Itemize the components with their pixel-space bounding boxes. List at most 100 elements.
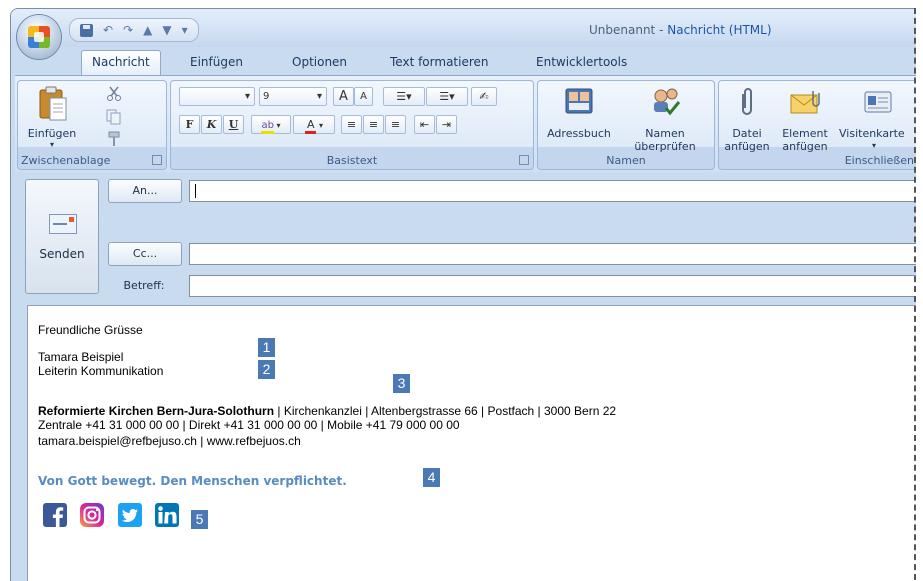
arrow-up-icon[interactable]: ▲ (143, 23, 152, 37)
cc-button[interactable]: Cc... (108, 242, 182, 266)
paperclip-icon (742, 88, 752, 115)
signature-name: Tamara Beispiel (38, 350, 124, 364)
increase-indent-button[interactable]: ⇥ (436, 115, 457, 134)
signature-slogan: Von Gott bewegt. Den Menschen verpflicht… (38, 474, 347, 488)
tab-nachricht[interactable]: Nachricht (81, 50, 161, 76)
ribbon: Einfügen ▾ Zwischenablage ▾ 9 ▾ A A ☰▾ ☰… (15, 75, 916, 172)
font-color-button[interactable]: A ▾ (293, 115, 335, 134)
underline-button[interactable]: U (223, 115, 244, 134)
tab-optionen[interactable]: Optionen (292, 52, 347, 72)
check-names-label-1: Namen (645, 127, 685, 140)
increase-indent-icon: ⇥ (441, 118, 452, 131)
annotation-marker-3: 3 (393, 374, 410, 393)
cc-field[interactable] (189, 243, 916, 265)
quick-access-toolbar: ↶ ↷ ▲ ▼ ▾ (69, 18, 199, 42)
italic-button[interactable]: K (201, 115, 222, 134)
tab-einfuegen[interactable]: Einfügen (190, 52, 243, 72)
address-book-label: Adressbuch (547, 127, 611, 140)
document-name: Unbenannt - (589, 23, 668, 37)
address-book-button[interactable]: Adressbuch (540, 83, 618, 147)
subject-field[interactable] (189, 275, 916, 297)
linkedin-icon[interactable] (155, 503, 179, 527)
send-button[interactable]: Senden (25, 179, 99, 294)
decrease-indent-button[interactable]: ⇤ (414, 115, 435, 134)
to-button[interactable]: An... (108, 179, 182, 203)
bullets-button[interactable]: ☰▾ (383, 87, 425, 106)
attach-item-icon (790, 91, 820, 114)
highlight-button[interactable]: ab ▾ (251, 115, 291, 134)
twitter-icon[interactable] (118, 503, 142, 527)
send-label: Senden (39, 247, 85, 261)
tab-entwicklertools[interactable]: Entwicklertools (536, 52, 627, 72)
tab-text-formatieren[interactable]: Text formatieren (390, 52, 489, 72)
instagram-icon[interactable] (80, 503, 104, 527)
font-size-value: 9 (263, 91, 270, 102)
font-color-icon: A (304, 118, 317, 134)
check-names-icon (654, 88, 681, 116)
business-card-dropdown-icon[interactable]: ▾ (839, 139, 909, 152)
align-left-button[interactable]: ≡ (341, 115, 362, 134)
decrease-indent-icon: ⇤ (419, 118, 430, 131)
group-include: Datei anfügen Element anfügen Visitenkar… (718, 80, 916, 170)
font-name-dropdown-icon[interactable]: ▾ (245, 88, 250, 105)
arrow-down-icon[interactable]: ▼ (162, 23, 171, 37)
numbering-button[interactable]: ☰▾ (426, 87, 468, 106)
paste-button[interactable]: Einfügen ▾ (22, 83, 82, 151)
attach-item-label-1: Element (782, 127, 828, 140)
address-details: | Kirchenkanzlei | Altenbergstrasse 66 |… (274, 404, 617, 418)
check-names-button[interactable]: Namen überprüfen (626, 83, 704, 153)
align-center-button[interactable]: ≡ (363, 115, 384, 134)
cut-icon[interactable] (106, 85, 122, 101)
styles-icon: ✍ (479, 90, 489, 103)
greeting: Freundliche Grüsse (38, 323, 143, 337)
numbered-list-icon: ☰▾ (439, 90, 455, 103)
signature-phones: Zentrale +41 31 000 00 00 | Direkt +41 3… (38, 418, 460, 432)
paste-dropdown-icon[interactable]: ▾ (22, 138, 82, 151)
attach-item-button[interactable]: Element anfügen (775, 83, 835, 153)
signature-contact: tamara.beispiel@refbejuso.ch | www.refbe… (38, 434, 301, 448)
paste-icon (39, 86, 67, 121)
format-painter-icon[interactable] (106, 131, 122, 147)
office-button[interactable] (17, 15, 61, 59)
shrink-font-button[interactable]: A (354, 87, 373, 106)
check-names-label-2: überprüfen (634, 140, 696, 153)
annotation-marker-5: 5 (191, 510, 208, 529)
group-names: Adressbuch Namen überprüfen Namen (537, 80, 715, 170)
qat-dropdown-icon[interactable]: ▾ (182, 23, 188, 37)
bullet-list-icon: ☰▾ (396, 90, 412, 103)
font-size-combo[interactable]: 9 ▾ (259, 87, 327, 106)
annotation-marker-1: 1 (258, 338, 275, 357)
attach-item-label-2: anfügen (782, 140, 828, 153)
clipboard-group-label: Zwischenablage (21, 154, 111, 167)
window-title: Unbenannt - Nachricht (HTML) (589, 23, 772, 37)
highlighter-icon: ab (261, 120, 274, 134)
address-book-icon (565, 88, 593, 114)
names-group-label: Namen (606, 154, 646, 167)
business-card-button[interactable]: Visitenkarte ▾ (837, 83, 916, 150)
facebook-icon[interactable] (43, 503, 67, 527)
grow-font-button[interactable]: A (333, 87, 354, 106)
font-name-combo[interactable]: ▾ (179, 87, 255, 106)
bold-button[interactable]: F (179, 115, 200, 134)
basic-text-group-label: Basistext (326, 154, 378, 167)
align-right-button[interactable]: ≡ (385, 115, 406, 134)
clipboard-dialog-launcher[interactable] (152, 155, 162, 165)
save-icon[interactable] (80, 23, 93, 37)
redo-icon[interactable]: ↷ (123, 23, 133, 37)
align-left-icon: ≡ (346, 118, 357, 131)
align-center-icon: ≡ (368, 118, 379, 131)
undo-icon[interactable]: ↶ (103, 23, 113, 37)
message-body[interactable]: Freundliche Grüsse Tamara Beispiel Leite… (27, 305, 916, 581)
title-bar: ↶ ↷ ▲ ▼ ▾ Unbenannt - Nachricht (HTML) (11, 9, 916, 47)
styles-button[interactable]: ✍ (471, 87, 497, 106)
signature-role: Leiterin Kommunikation (38, 364, 164, 378)
crop-guide-line (914, 8, 916, 580)
basic-text-dialog-launcher[interactable] (519, 155, 529, 165)
ribbon-tabs: Nachricht Einfügen Optionen Text formati… (11, 47, 916, 76)
send-mail-icon (49, 214, 77, 234)
copy-icon[interactable] (106, 109, 122, 125)
office-logo-icon (28, 26, 50, 48)
font-size-dropdown-icon[interactable]: ▾ (317, 88, 322, 105)
attach-file-button[interactable]: Datei anfügen (721, 83, 773, 153)
to-field[interactable] (189, 180, 916, 202)
